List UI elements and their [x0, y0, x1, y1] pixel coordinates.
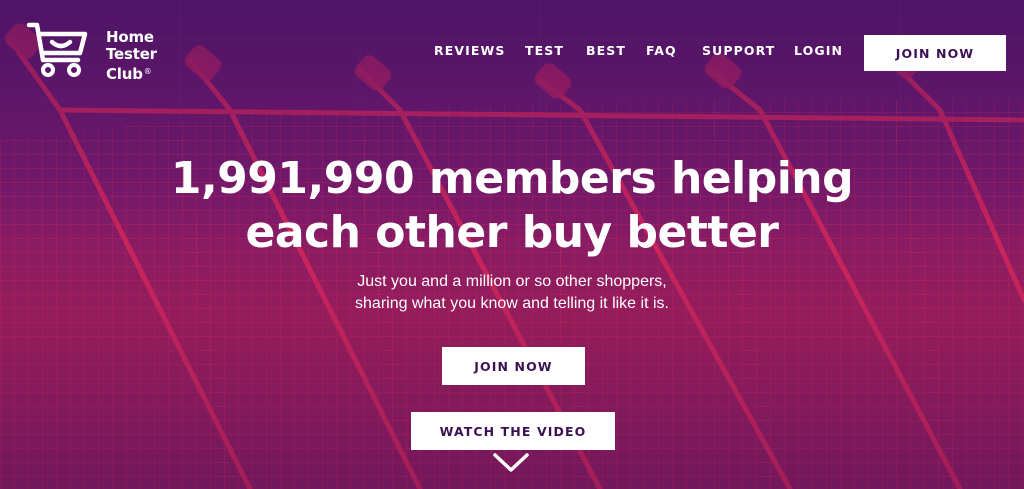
registered-mark: ® [143, 67, 152, 76]
nav-reviews[interactable]: REVIEWS [434, 43, 506, 58]
nav-test[interactable]: TEST [525, 43, 564, 58]
hero-join-now-button[interactable]: JOIN NOW [442, 347, 585, 385]
headline-line-2: each other buy better [245, 207, 779, 258]
subheading-line-2: sharing what you know and telling it lik… [355, 295, 669, 312]
subheading-line-1: Just you and a million or so other shopp… [357, 273, 667, 290]
hero-headline: 1,991,990 members helping each other buy… [0, 152, 1024, 260]
hero-subheading: Just you and a million or so other shopp… [0, 271, 1024, 315]
brand-line-tester: Tester [106, 45, 157, 63]
brand-line-club: Club® [106, 65, 152, 83]
nav-login[interactable]: LOGIN [794, 43, 843, 58]
watch-video-button[interactable]: WATCH THE VIDEO [411, 412, 615, 450]
nav-support[interactable]: SUPPORT [702, 43, 775, 58]
chevron-down-icon[interactable] [492, 452, 530, 474]
brand-logo[interactable]: Home Tester Club® [26, 20, 176, 83]
header-join-now-button[interactable]: JOIN NOW [864, 35, 1006, 71]
headline-line-1: 1,991,990 members helping [170, 153, 854, 204]
brand-line-home: Home [106, 28, 154, 46]
hero-section: Home Tester Club® REVIEWS TEST BEST FAQ … [0, 0, 1024, 489]
nav-faq[interactable]: FAQ [646, 43, 677, 58]
nav-best[interactable]: BEST [586, 43, 626, 58]
brand-wordmark: Home Tester Club® [106, 29, 186, 83]
shopping-cart-smile-icon [26, 22, 88, 77]
